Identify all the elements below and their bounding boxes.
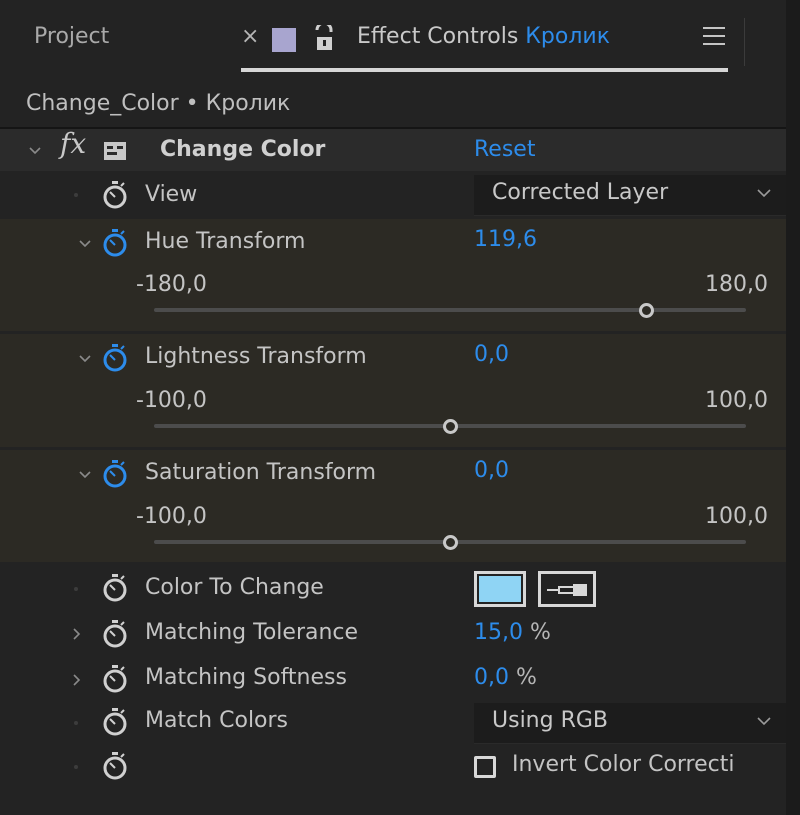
color-swatch-button[interactable] (474, 571, 526, 607)
slider-max-label: 100,0 (705, 388, 768, 413)
tab-layer-name: Кролик (525, 24, 610, 49)
property-label: Hue Transform (145, 229, 306, 254)
effect-header-row: fx Change Color Reset (0, 127, 786, 171)
property-row-matching-softness: Matching Softness 0,0 % (0, 657, 786, 701)
lightness-slider-knob[interactable] (442, 419, 458, 434)
matching-softness-value[interactable]: 0,0 % (474, 665, 537, 690)
view-dropdown-value: Corrected Layer (492, 180, 669, 205)
chevron-right-icon[interactable] (70, 627, 84, 641)
chevron-right-icon[interactable] (70, 673, 84, 687)
property-row-lightness-transform: Lightness Transform 0,0 -100,0 100,0 (0, 334, 786, 447)
row-marker (74, 193, 78, 197)
row-marker (74, 587, 78, 591)
hue-slider-track[interactable] (154, 308, 746, 312)
saturation-slider-knob[interactable] (442, 535, 458, 550)
property-row-view: View Corrected Layer (0, 171, 786, 219)
property-label: Matching Softness (145, 665, 347, 690)
match-colors-dropdown-value: Using RGB (492, 708, 609, 733)
active-tab-indicator (241, 68, 728, 72)
tab-divider (744, 18, 745, 66)
stopwatch-icon[interactable] (102, 664, 128, 694)
invert-checkbox-label[interactable]: Invert Color Correcti (512, 752, 735, 777)
property-label: View (145, 182, 198, 207)
property-label: Lightness Transform (145, 344, 367, 369)
slider-max-label: 180,0 (705, 272, 768, 297)
property-row-color-to-change: Color To Change (0, 565, 786, 611)
effect-controls-panel: Project × Effect Controls Кролик Change_… (0, 0, 800, 815)
slider-min-label: -180,0 (136, 272, 207, 297)
stopwatch-icon[interactable] (102, 180, 128, 210)
eyedropper-icon (547, 584, 587, 596)
slider-max-label: 100,0 (705, 504, 768, 529)
invert-checkbox[interactable] (474, 756, 496, 778)
value-unit: % (522, 620, 551, 645)
saturation-value[interactable]: 0,0 (474, 458, 509, 483)
breadcrumb: Change_Color • Кролик (0, 85, 786, 127)
chevron-down-icon[interactable] (78, 237, 92, 251)
chevron-down-icon[interactable] (28, 144, 42, 158)
panel-edge (786, 0, 800, 815)
panel-menu-icon[interactable] (703, 27, 725, 49)
value-number: 0,0 (474, 665, 509, 690)
value-number: 15,0 (474, 620, 523, 645)
breadcrumb-text: Change_Color • Кролик (26, 91, 291, 116)
effect-preset-icon (104, 142, 126, 160)
chevron-down-icon[interactable] (78, 352, 92, 366)
lightness-value[interactable]: 0,0 (474, 342, 509, 367)
eyedropper-button[interactable] (538, 571, 596, 607)
property-row-match-colors: Match Colors Using RGB (0, 701, 786, 745)
chevron-down-icon[interactable] (78, 468, 92, 482)
panel-tab-bar: Project × Effect Controls Кролик (0, 0, 786, 85)
view-dropdown[interactable]: Corrected Layer (474, 175, 786, 216)
property-row-hue-transform: Hue Transform 119,6 -180,0 180,0 (0, 219, 786, 331)
stopwatch-icon[interactable] (102, 751, 128, 781)
matching-tolerance-value[interactable]: 15,0 % (474, 620, 551, 645)
unlocked-lock-icon[interactable] (312, 25, 338, 55)
tab-project[interactable]: Project (34, 24, 109, 49)
stopwatch-icon[interactable] (102, 707, 128, 737)
chevron-down-icon (757, 189, 771, 198)
tab-effect-controls[interactable]: Effect Controls Кролик (357, 24, 610, 49)
property-row-matching-tolerance: Matching Tolerance 15,0 % (0, 611, 786, 657)
value-unit: % (509, 665, 537, 690)
property-label: Color To Change (145, 575, 324, 600)
color-swatch-fill (479, 576, 521, 602)
fx-icon[interactable]: fx (60, 127, 86, 160)
row-marker (74, 721, 78, 725)
stopwatch-icon[interactable] (102, 619, 128, 649)
property-label: Match Colors (145, 708, 289, 733)
stopwatch-active-icon[interactable] (102, 459, 128, 489)
effect-name: Change Color (160, 137, 326, 162)
slider-min-label: -100,0 (136, 504, 207, 529)
tab-close-button[interactable]: × (241, 26, 259, 48)
row-marker (74, 765, 78, 769)
slider-min-label: -100,0 (136, 388, 207, 413)
tab-effect-controls-label: Effect Controls (357, 24, 526, 49)
property-label: Saturation Transform (145, 460, 377, 485)
property-label: Matching Tolerance (145, 620, 359, 645)
match-colors-dropdown[interactable]: Using RGB (474, 703, 786, 744)
stopwatch-active-icon[interactable] (102, 343, 128, 373)
chevron-down-icon (757, 717, 771, 726)
reset-button[interactable]: Reset (474, 137, 535, 162)
hue-value[interactable]: 119,6 (474, 227, 537, 252)
hue-slider-knob[interactable] (639, 303, 655, 318)
stopwatch-active-icon[interactable] (102, 228, 128, 258)
layer-label-color-swatch (272, 28, 296, 52)
property-row-saturation-transform: Saturation Transform 0,0 -100,0 100,0 (0, 450, 786, 562)
stopwatch-icon[interactable] (102, 573, 128, 603)
